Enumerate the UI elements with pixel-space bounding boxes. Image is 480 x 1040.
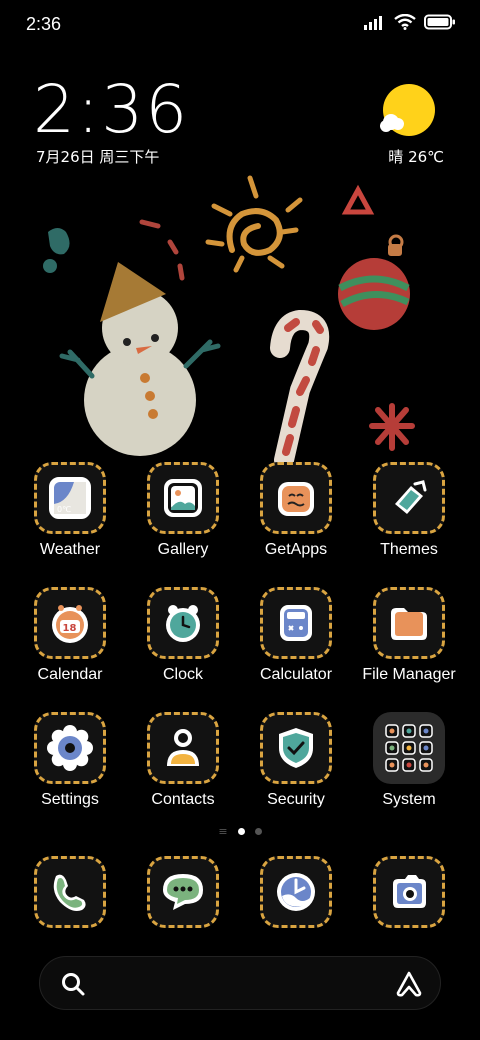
triangle-shape: [341, 184, 375, 215]
system-folder-icon: [373, 712, 445, 784]
ornament-shape: [338, 234, 410, 330]
page-dot-active: [237, 828, 245, 835]
app-label: GetApps: [264, 541, 328, 558]
calendar-icon: 18: [34, 587, 106, 659]
calculator-icon: [260, 587, 332, 659]
dock-phone[interactable]: [14, 856, 126, 966]
dock-browser[interactable]: [240, 856, 352, 966]
sun-doodle: [205, 175, 303, 273]
search-bar[interactable]: [39, 956, 441, 1010]
shield-icon: [260, 712, 332, 784]
contacts-icon: [147, 712, 219, 784]
app-label: Weather: [39, 541, 101, 558]
app-label: Calculator: [259, 666, 333, 683]
status-time: 2:36: [26, 14, 62, 34]
signal-icon: [364, 16, 382, 30]
app-contacts[interactable]: Contacts: [127, 712, 239, 822]
battery-icon: [424, 14, 455, 30]
gallery-icon: [147, 462, 219, 534]
app-clock[interactable]: Clock: [127, 587, 239, 697]
app-themes[interactable]: Themes: [353, 462, 465, 572]
app-label: Gallery: [157, 541, 209, 558]
app-label: System: [382, 791, 436, 808]
weather-icon-label: 0℃: [57, 505, 71, 514]
app-calculator[interactable]: Calculator: [240, 587, 352, 697]
clock-widget-date: 7月26日 周三下午: [36, 148, 160, 166]
app-file-manager[interactable]: File Manager: [353, 587, 465, 697]
dock-messages[interactable]: [127, 856, 239, 966]
snowman-shape: [59, 262, 221, 456]
browser-icon: [260, 856, 332, 928]
star-burst-shape: [369, 403, 415, 451]
confetti-shape: [139, 219, 185, 281]
weather-icon: 0℃: [34, 462, 106, 534]
dock-camera[interactable]: [353, 856, 465, 966]
app-label: File Manager: [362, 666, 456, 683]
camera-icon: [373, 856, 445, 928]
app-security[interactable]: Security: [240, 712, 352, 822]
clock-widget-time[interactable]: 2:36: [33, 70, 189, 150]
themes-icon: [373, 462, 445, 534]
app-label: Calendar: [37, 666, 103, 683]
gear-icon: [34, 712, 106, 784]
app-label: Settings: [41, 791, 99, 808]
weather-widget-text: 晴 26℃: [388, 148, 444, 166]
wifi-icon: [394, 14, 416, 30]
app-gallery[interactable]: Gallery: [127, 462, 239, 572]
status-bar: 2:36: [0, 0, 480, 52]
splash-shape: [43, 228, 70, 273]
app-system-folder[interactable]: System: [353, 712, 465, 822]
assistant-icon[interactable]: [394, 969, 424, 999]
app-label: Contacts: [151, 791, 215, 808]
app-weather[interactable]: 0℃ Weather: [14, 462, 126, 572]
page-indicator-lines-icon: ≡: [218, 825, 228, 838]
app-calendar[interactable]: 18 Calendar: [14, 587, 126, 697]
candy-cane-shape: [270, 309, 330, 470]
page-dot: [254, 828, 262, 835]
app-getapps[interactable]: GetApps: [240, 462, 352, 572]
messages-icon: [147, 856, 219, 928]
calendar-badge: 18: [63, 623, 77, 634]
page-indicator[interactable]: ≡: [0, 825, 480, 838]
wallpaper-art: [43, 175, 415, 470]
status-icons: [364, 14, 456, 30]
folder-icon: [373, 587, 445, 659]
app-settings[interactable]: Settings: [14, 712, 126, 822]
app-label: Clock: [162, 666, 203, 683]
app-label: Themes: [380, 541, 438, 558]
app-label: Security: [267, 791, 325, 808]
phone-icon: [34, 856, 106, 928]
clock-icon: [147, 587, 219, 659]
search-icon[interactable]: [60, 971, 86, 997]
getapps-icon: [260, 462, 332, 534]
